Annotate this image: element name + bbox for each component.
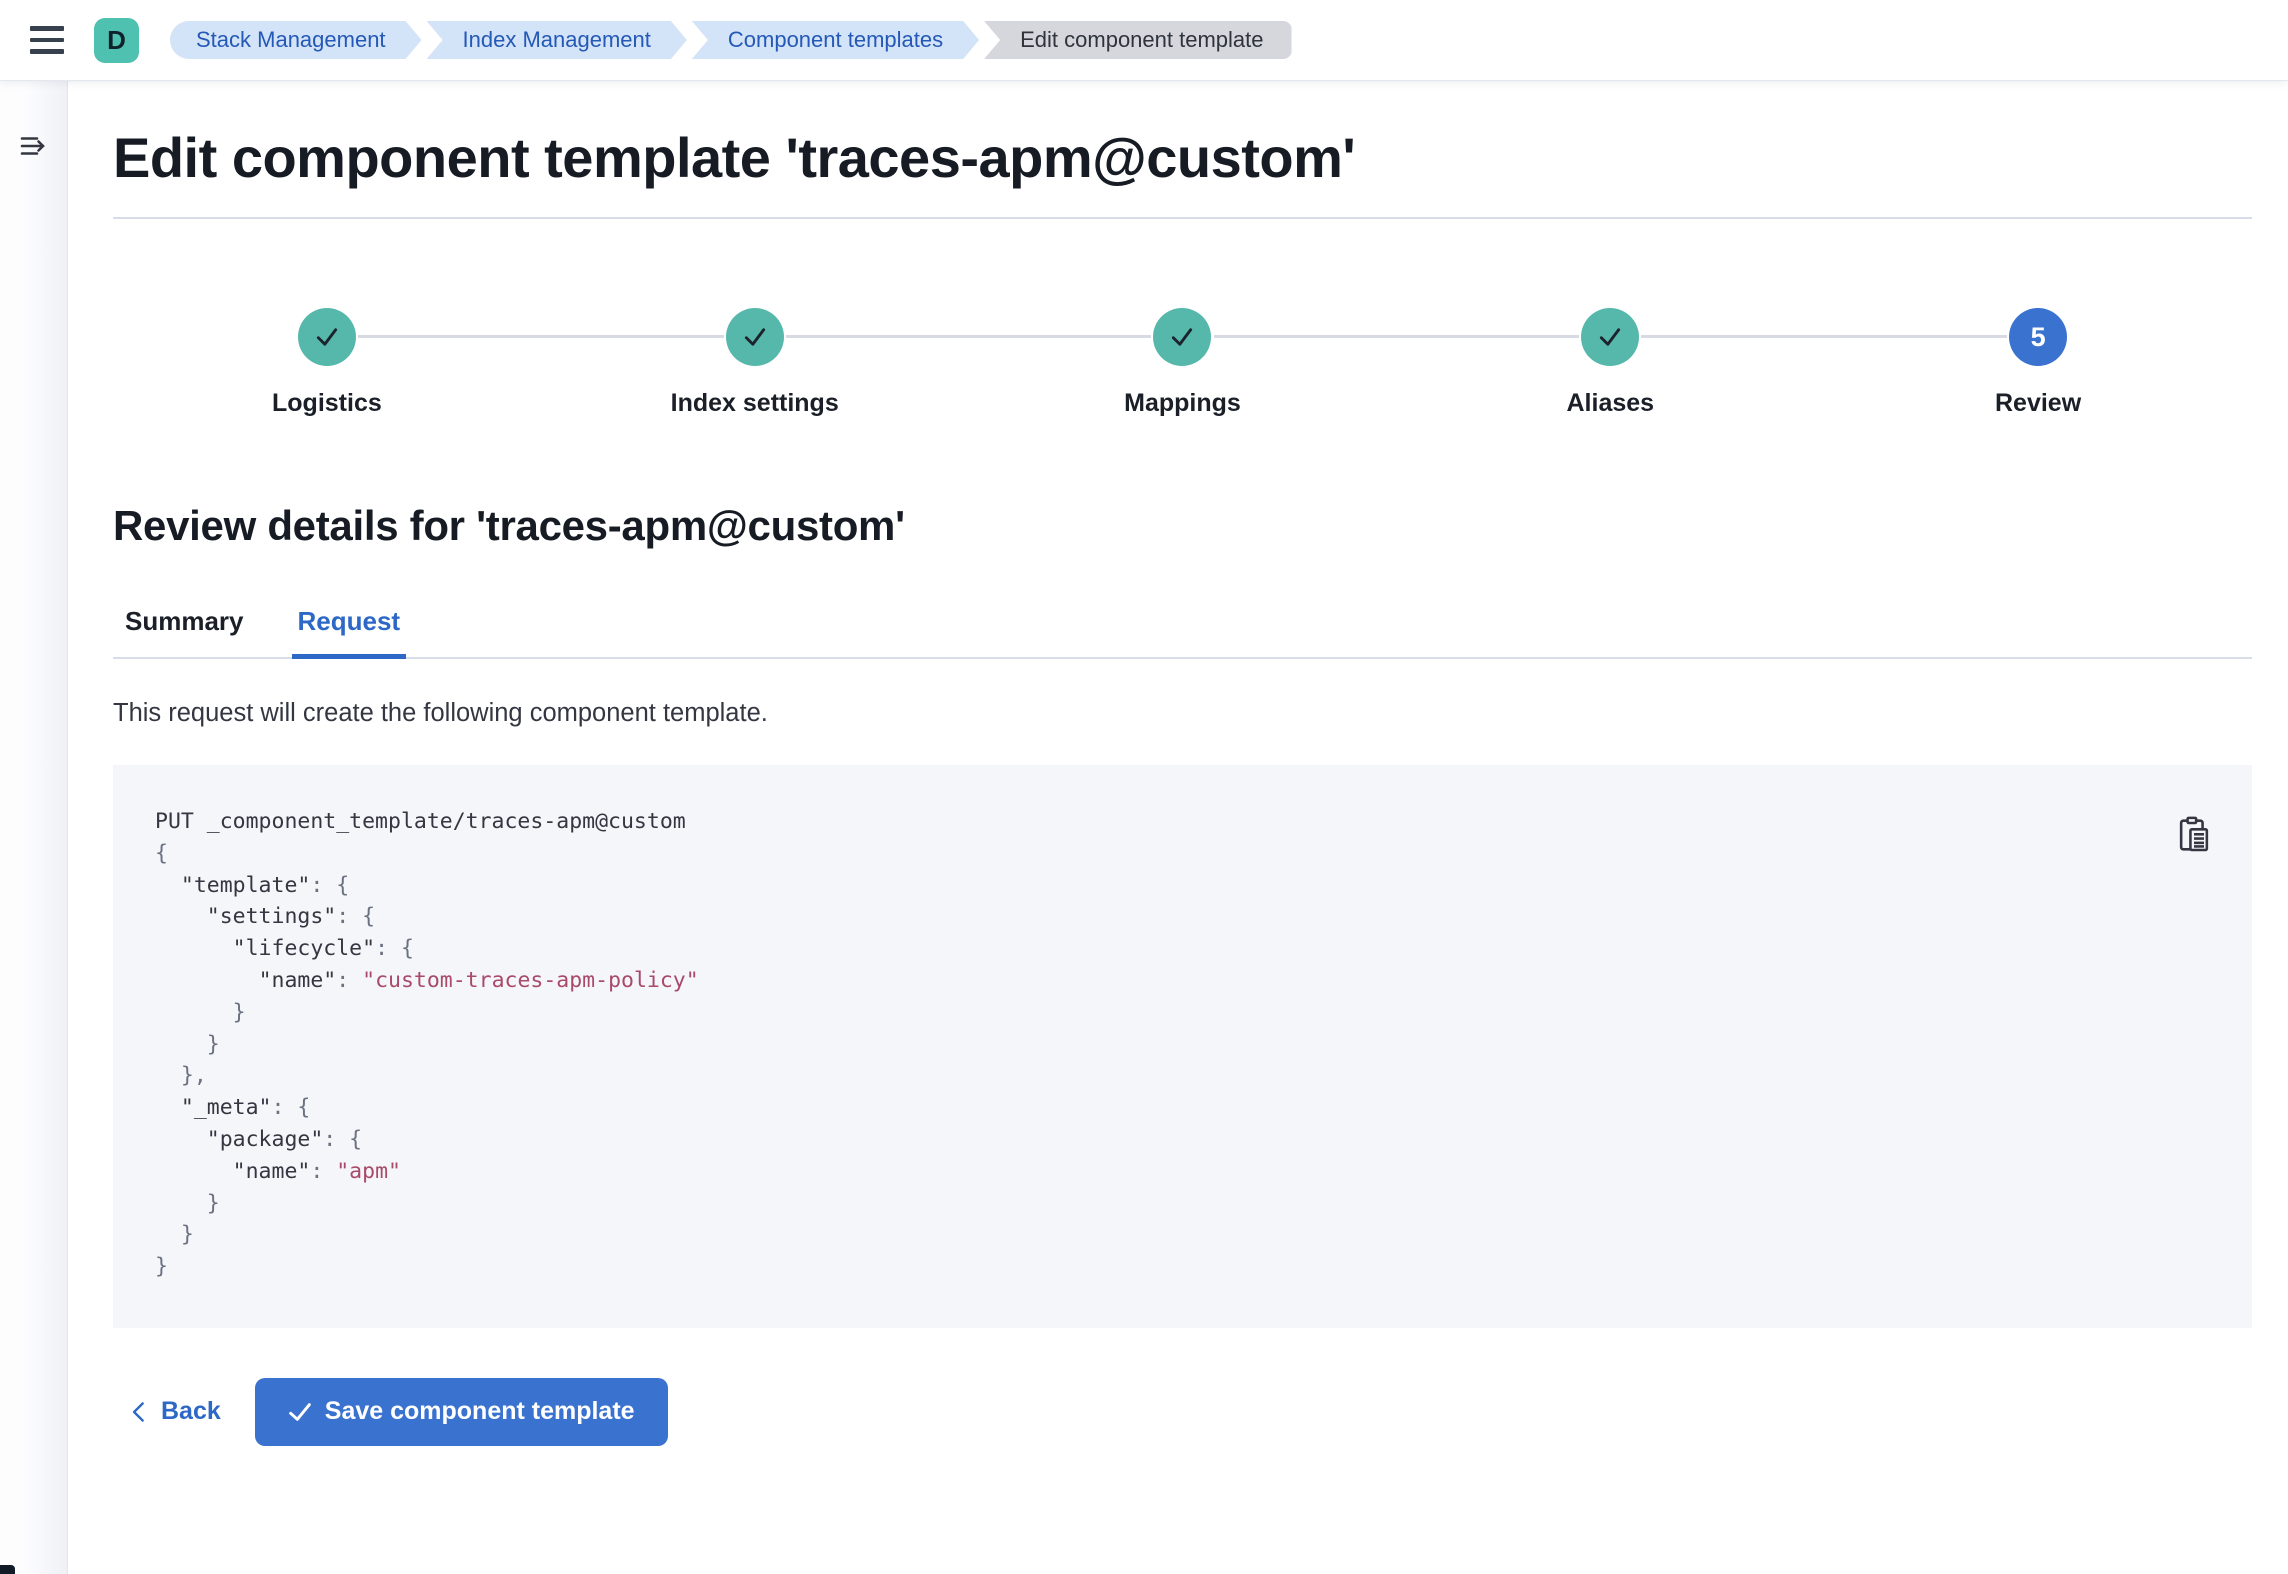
step-mappings[interactable]: Mappings	[969, 308, 1397, 418]
step-index-settings[interactable]: Index settings	[541, 308, 969, 418]
code-line: "package": {	[155, 1124, 2210, 1156]
check-icon	[1169, 324, 1195, 350]
space-avatar[interactable]: D	[94, 18, 139, 63]
save-component-template-button[interactable]: Save component template	[255, 1378, 668, 1446]
review-heading: Review details for 'traces-apm@custom'	[113, 502, 2252, 550]
review-tabs: Summary Request	[113, 606, 2252, 659]
title-divider	[113, 217, 2252, 219]
code-line: "name": "custom-traces-apm-policy"	[155, 965, 2210, 997]
nav-expand-button[interactable]	[15, 128, 53, 166]
check-icon	[288, 1400, 312, 1424]
back-button-label: Back	[161, 1397, 221, 1426]
bottom-corner-widget	[0, 1565, 15, 1574]
step-current-circle: 5	[2009, 308, 2067, 366]
request-code: PUT _component_template/traces-apm@custo…	[155, 806, 2210, 1283]
save-button-label: Save component template	[325, 1397, 635, 1426]
code-line: "name": "apm"	[155, 1156, 2210, 1188]
breadcrumb-item[interactable]: Component templates	[692, 21, 979, 59]
step-label: Logistics	[272, 389, 382, 418]
wizard-stepper: Logistics Index settings Mappings Aliases 5 R…	[113, 308, 2252, 418]
copy-clipboard-icon	[2174, 815, 2214, 855]
code-line: "_meta": {	[155, 1092, 2210, 1124]
menu-hamburger-button[interactable]	[30, 16, 78, 64]
check-icon	[1597, 324, 1623, 350]
step-label: Aliases	[1567, 389, 1655, 418]
check-icon	[742, 324, 768, 350]
breadcrumb-item: Edit component template	[984, 21, 1291, 59]
step-review[interactable]: 5 Review	[1824, 308, 2252, 418]
step-logistics[interactable]: Logistics	[113, 308, 541, 418]
code-line: }	[155, 997, 2210, 1029]
top-navigation-bar: D Stack ManagementIndex ManagementCompon…	[0, 0, 2288, 80]
code-line: },	[155, 1060, 2210, 1092]
code-line: }	[155, 1219, 2210, 1251]
step-aliases[interactable]: Aliases	[1396, 308, 1824, 418]
tab-request[interactable]: Request	[292, 606, 407, 657]
step-label: Index settings	[671, 389, 839, 418]
step-label: Mappings	[1124, 389, 1241, 418]
code-line: }	[155, 1188, 2210, 1220]
step-complete-circle	[726, 308, 784, 366]
code-line: }	[155, 1029, 2210, 1061]
code-line: "settings": {	[155, 901, 2210, 933]
breadcrumb-item[interactable]: Stack Management	[170, 21, 422, 59]
tab-summary[interactable]: Summary	[119, 606, 250, 657]
request-description: This request will create the following c…	[113, 699, 2252, 728]
hamburger-icon	[30, 26, 64, 31]
footer-actions: Back Save component template	[113, 1378, 2252, 1446]
page-title: Edit component template 'traces-apm@cust…	[113, 126, 2252, 190]
code-line: PUT _component_template/traces-apm@custo…	[155, 806, 2210, 838]
breadcrumb-item[interactable]: Index Management	[427, 21, 687, 59]
main-content: Edit component template 'traces-apm@cust…	[68, 80, 2288, 1574]
step-complete-circle	[1581, 308, 1639, 366]
code-line: "template": {	[155, 870, 2210, 902]
code-line: "lifecycle": {	[155, 933, 2210, 965]
step-complete-circle	[1153, 308, 1211, 366]
code-line: }	[155, 1251, 2210, 1283]
collapsed-sidebar	[0, 80, 68, 1574]
chevron-left-icon	[129, 1401, 149, 1423]
check-icon	[314, 324, 340, 350]
menu-right-icon	[16, 128, 52, 164]
back-button[interactable]: Back	[129, 1397, 221, 1426]
request-code-block: PUT _component_template/traces-apm@custo…	[113, 765, 2252, 1328]
copy-to-clipboard-button[interactable]	[2174, 815, 2214, 855]
step-label: Review	[1995, 389, 2081, 418]
breadcrumb: Stack ManagementIndex ManagementComponen…	[170, 21, 1297, 59]
step-complete-circle	[298, 308, 356, 366]
code-line: {	[155, 838, 2210, 870]
